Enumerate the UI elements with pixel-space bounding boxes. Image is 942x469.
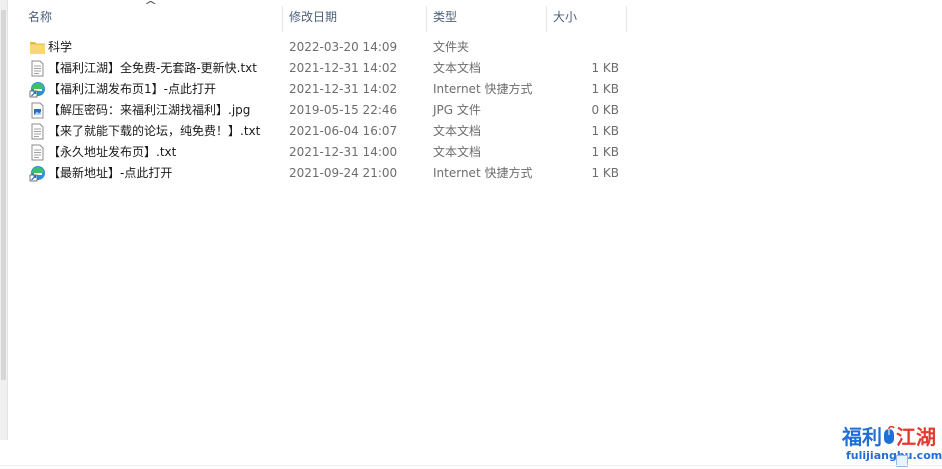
internet-shortcut-icon xyxy=(29,82,45,98)
file-date: 2022-03-20 14:09 xyxy=(289,40,398,54)
file-name: 【解压密码：来福利江湖找福利】.jpg xyxy=(48,103,251,117)
file-name: 【最新地址】-点此打开 xyxy=(48,166,173,180)
file-size: 1 KB xyxy=(591,61,619,75)
file-name: 【福利江湖发布页1】-点此打开 xyxy=(48,82,216,96)
file-type: Internet 快捷方式 xyxy=(433,82,533,96)
file-row[interactable]: 【福利江湖】全免费-无套路-更新快.txt 2021-12-31 14:02 文… xyxy=(20,58,630,79)
text-file-icon xyxy=(31,60,44,77)
file-list: 科学 2022-03-20 14:09 文件夹 【福利江湖】全免费-无套路-更新… xyxy=(20,37,630,184)
file-size: 1 KB xyxy=(591,82,619,96)
scrollbar-thumb[interactable] xyxy=(1,10,6,380)
file-size xyxy=(547,37,619,58)
file-row[interactable]: 【福利江湖发布页1】-点此打开 2021-12-31 14:02 Interne… xyxy=(20,79,630,100)
file-type: JPG 文件 xyxy=(433,103,481,117)
file-type: Internet 快捷方式 xyxy=(433,166,533,180)
text-file-icon xyxy=(31,144,44,161)
file-date: 2021-12-31 14:02 xyxy=(289,82,398,96)
file-name: 【福利江湖】全免费-无套路-更新快.txt xyxy=(48,61,257,75)
file-date: 2019-05-15 22:46 xyxy=(289,103,398,117)
internet-shortcut-icon xyxy=(29,166,45,182)
file-name: 【永久地址发布页】.txt xyxy=(48,145,177,159)
file-type: 文本文档 xyxy=(433,61,482,75)
file-date: 2021-09-24 21:00 xyxy=(289,166,398,180)
file-name: 【来了就能下载的论坛，纯免费！】.txt xyxy=(48,124,261,138)
mouse-icon xyxy=(884,425,895,444)
column-header-size[interactable]: 大小 xyxy=(545,3,625,32)
column-header-name[interactable]: 名称 xyxy=(20,3,282,32)
file-size: 1 KB xyxy=(591,166,619,180)
file-date: 2021-12-31 14:02 xyxy=(289,61,398,75)
folder-icon xyxy=(30,42,45,54)
file-row[interactable]: 【来了就能下载的论坛，纯免费！】.txt 2021-06-04 16:07 文本… xyxy=(20,121,630,142)
file-type: 文件夹 xyxy=(433,40,470,54)
image-file-icon xyxy=(31,102,44,119)
navigation-pane-scrollbar[interactable] xyxy=(0,0,8,440)
watermark-domain: fulijianghu.com xyxy=(846,449,942,462)
column-divider[interactable] xyxy=(626,6,627,32)
file-row[interactable]: 科学 2022-03-20 14:09 文件夹 xyxy=(20,37,630,58)
column-header-date[interactable]: 修改日期 xyxy=(281,3,425,32)
file-explorer-window: ^ 名称 修改日期 类型 大小 科学 2022-03-20 14:09 文件夹 xyxy=(0,0,942,469)
file-type: 文本文档 xyxy=(433,145,482,159)
watermark-title: 福利 江湖 xyxy=(842,421,936,450)
watermark-title-part2: 江湖 xyxy=(896,425,936,449)
file-size: 0 KB xyxy=(591,103,619,117)
watermark-logo: 福利 江湖 fulijianghu.com xyxy=(838,417,942,467)
status-bar-divider xyxy=(0,465,942,466)
file-date: 2021-06-04 16:07 xyxy=(289,124,398,138)
file-name: 科学 xyxy=(48,40,73,54)
column-header-type[interactable]: 类型 xyxy=(425,3,545,32)
file-size: 1 KB xyxy=(591,124,619,138)
watermark-title-part1: 福利 xyxy=(842,425,882,449)
column-header-row: 名称 修改日期 类型 大小 xyxy=(20,3,630,32)
file-row[interactable]: 【解压密码：来福利江湖找福利】.jpg 2019-05-15 22:46 JPG… xyxy=(20,100,630,121)
text-file-icon xyxy=(31,123,44,140)
file-row[interactable]: 【永久地址发布页】.txt 2021-12-31 14:00 文本文档 1 KB xyxy=(20,142,630,163)
file-size: 1 KB xyxy=(591,145,619,159)
file-type: 文本文档 xyxy=(433,124,482,138)
file-date: 2021-12-31 14:00 xyxy=(289,145,398,159)
file-row[interactable]: 【最新地址】-点此打开 2021-09-24 21:00 Internet 快捷… xyxy=(20,163,630,184)
